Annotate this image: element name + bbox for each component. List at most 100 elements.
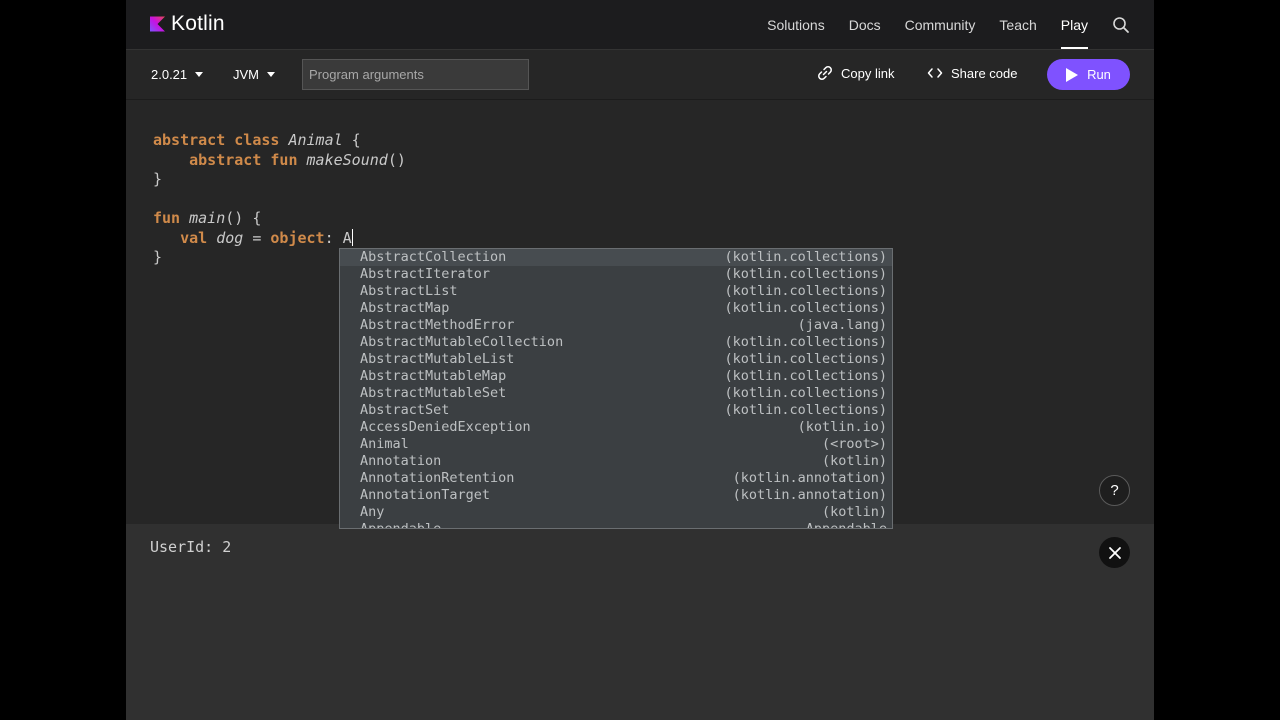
code-token: makeSound <box>306 150 388 169</box>
completion-item-package: Appendable <box>805 521 887 529</box>
completion-item[interactable]: AbstractCollection (kotlin.collections) <box>340 249 892 266</box>
target-select[interactable]: JVM <box>233 67 275 82</box>
completion-item[interactable]: AbstractMap (kotlin.collections) <box>340 300 892 317</box>
completion-item-package: (kotlin.collections) <box>724 385 887 401</box>
chevron-down-icon <box>267 72 275 77</box>
nav-docs[interactable]: Docs <box>849 0 881 50</box>
nav-community[interactable]: Community <box>905 0 976 50</box>
help-button[interactable]: ? <box>1099 475 1130 506</box>
completion-item-package: (kotlin.collections) <box>724 334 887 350</box>
code-token: () { <box>225 209 262 227</box>
run-button[interactable]: Run <box>1047 59 1130 90</box>
nav-links: Solutions Docs Community Teach Play <box>743 0 1130 50</box>
completion-item-package: (kotlin.annotation) <box>732 487 887 503</box>
code-token: main <box>189 209 226 227</box>
kotlin-logo-icon <box>150 16 165 32</box>
kotlin-playground: Kotlin Solutions Docs Community Teach Pl… <box>126 0 1154 720</box>
completion-item-name: AbstractList <box>360 283 458 299</box>
completion-item-package: (kotlin.io) <box>797 419 887 435</box>
completion-item-package: (kotlin.collections) <box>724 351 887 367</box>
completion-item-name: AbstractIterator <box>360 266 491 282</box>
code-token: object <box>270 228 325 247</box>
code-line[interactable]: val dog = object: A <box>153 228 406 249</box>
completion-item[interactable]: AbstractSet (kotlin.collections) <box>340 402 892 419</box>
completion-item[interactable]: AnnotationRetention (kotlin.annotation) <box>340 470 892 487</box>
target-value: JVM <box>233 67 259 82</box>
completion-item[interactable]: AccessDeniedException (kotlin.io) <box>340 419 892 436</box>
completion-item-package: (<root>) <box>821 436 887 452</box>
completion-item-name: AnnotationRetention <box>360 470 515 486</box>
share-code-button[interactable]: Share code <box>927 65 1018 81</box>
code-token: dog <box>216 228 244 247</box>
nav-solutions[interactable]: Solutions <box>767 0 825 50</box>
text-cursor <box>351 228 353 246</box>
version-value: 2.0.21 <box>151 67 188 82</box>
version-select[interactable]: 2.0.21 <box>151 67 204 82</box>
code-token: } <box>153 248 163 266</box>
completion-item-name: Animal <box>360 436 409 452</box>
completion-item[interactable]: AbstractIterator (kotlin.collections) <box>340 266 892 283</box>
completion-item[interactable]: Annotation (kotlin) <box>340 453 892 470</box>
completion-popup[interactable]: AbstractCollection (kotlin.collections) Ab… <box>339 248 893 529</box>
completion-item[interactable]: AbstractList (kotlin.collections) <box>340 283 892 300</box>
completion-item-package: (kotlin) <box>821 504 887 520</box>
completion-item-name: AbstractMutableSet <box>360 385 507 401</box>
nav-play[interactable]: Play <box>1060 0 1089 50</box>
completion-item[interactable]: AbstractMethodError (java.lang) <box>340 317 892 334</box>
copy-link-label: Copy link <box>841 65 895 81</box>
completion-item-package: (kotlin.collections) <box>724 283 887 299</box>
toolbar: 2.0.21 JVM Copy link Share code Run <box>126 50 1154 100</box>
completion-item-name: AbstractSet <box>360 402 450 418</box>
code-token: { <box>342 131 361 149</box>
code-token: } <box>153 170 163 188</box>
nav-teach[interactable]: Teach <box>999 0 1036 50</box>
completion-item[interactable]: AbstractMutableSet (kotlin.collections) <box>340 385 892 402</box>
completion-item-package: (kotlin.annotation) <box>732 470 887 486</box>
completion-item[interactable]: Animal (<root>) <box>340 436 892 453</box>
completion-item-name: AbstractMethodError <box>360 317 515 333</box>
code-line[interactable]: fun main() { <box>153 209 406 229</box>
code-token: val <box>180 228 217 247</box>
completion-item-package: (kotlin.collections) <box>724 249 887 265</box>
completion-item-name: AbstractMap <box>360 300 450 316</box>
completion-item[interactable]: Appendable Appendable <box>340 521 892 529</box>
brand[interactable]: Kotlin <box>150 13 225 35</box>
completion-item[interactable]: AbstractMutableList (kotlin.collections) <box>340 351 892 368</box>
completion-item-name: AnnotationTarget <box>360 487 491 503</box>
completion-item[interactable]: AbstractMutableCollection (kotlin.collect… <box>340 334 892 351</box>
completion-item-name: Appendable <box>360 521 442 529</box>
output-text: UserId: 2 <box>150 538 232 556</box>
completion-item-name: AccessDeniedException <box>360 419 531 435</box>
code-line[interactable]: abstract fun makeSound() <box>153 151 406 171</box>
brand-name: Kotlin <box>171 12 225 35</box>
code-token: abstract class <box>153 131 289 149</box>
chevron-down-icon <box>195 72 204 77</box>
code-token: abstract fun <box>189 150 307 169</box>
completion-item-name: AbstractMutableList <box>360 351 515 367</box>
code-token: fun <box>153 209 190 227</box>
completion-item[interactable]: Any (kotlin) <box>340 504 892 521</box>
program-arguments-input[interactable] <box>302 59 529 90</box>
share-code-label: Share code <box>951 65 1018 81</box>
code-token: Animal <box>288 131 343 149</box>
search-icon[interactable] <box>1112 16 1130 34</box>
copy-link-button[interactable]: Copy link <box>817 65 894 81</box>
run-label: Run <box>1087 67 1111 82</box>
close-icon <box>1108 546 1121 559</box>
code-line[interactable] <box>153 190 406 210</box>
close-output-button[interactable] <box>1099 537 1130 568</box>
completion-item-package: (kotlin.collections) <box>724 300 887 316</box>
completion-item-name: AbstractCollection <box>360 249 507 265</box>
completion-item-package: (kotlin.collections) <box>724 266 887 282</box>
code-icon <box>927 68 943 78</box>
completion-item[interactable]: AbstractMutableMap (kotlin.collections) <box>340 368 892 385</box>
completion-item[interactable]: AnnotationTarget (kotlin.annotation) <box>340 487 892 504</box>
completion-item-package: (kotlin.collections) <box>724 402 887 418</box>
completion-item-package: (kotlin) <box>821 453 887 469</box>
completion-item-package: (kotlin.collections) <box>724 368 887 384</box>
code-line[interactable]: abstract class Animal { <box>153 131 406 151</box>
link-icon <box>818 66 832 80</box>
code-line[interactable]: } <box>153 170 406 190</box>
completion-item-name: AbstractMutableMap <box>360 368 507 384</box>
